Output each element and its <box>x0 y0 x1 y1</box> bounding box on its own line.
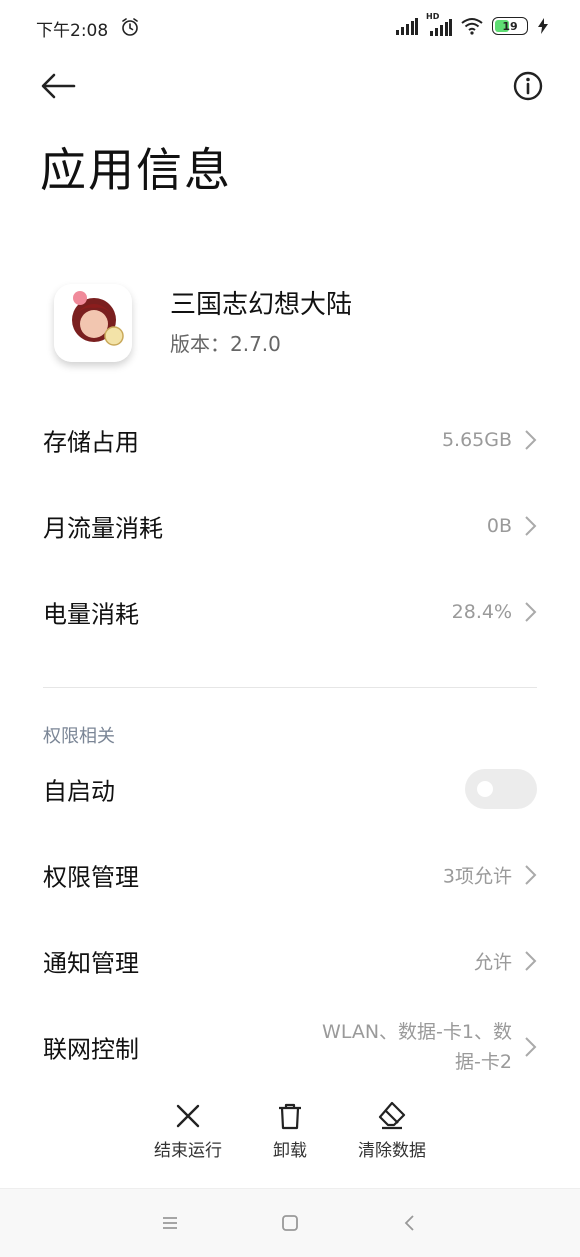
status-bar: 下午2:08 HD 19 <box>0 0 580 52</box>
app-icon <box>54 284 132 362</box>
row-label: 月流量消耗 <box>43 514 163 543</box>
chevron-right-icon <box>525 430 537 450</box>
row-value: 28.4% <box>451 601 512 623</box>
action-label: 结束运行 <box>154 1141 222 1161</box>
chevron-right-icon <box>525 951 537 971</box>
trash-icon <box>279 1103 301 1130</box>
chevron-right-icon <box>525 865 537 885</box>
row-permission-management[interactable]: 权限管理 3项允许 <box>0 845 580 905</box>
force-stop-button[interactable]: 结束运行 <box>133 1100 243 1164</box>
row-label: 存储占用 <box>43 428 139 457</box>
close-icon <box>176 1104 200 1128</box>
chevron-right-icon <box>525 516 537 536</box>
row-label: 自启动 <box>43 777 115 806</box>
page-title: 应用信息 <box>40 143 232 197</box>
row-value: 允许 <box>473 951 512 974</box>
row-autostart[interactable]: 自启动 <box>0 759 580 819</box>
row-value-line2: 据-卡2 <box>455 1051 512 1073</box>
chevron-right-icon <box>525 602 537 622</box>
row-label: 通知管理 <box>43 949 139 978</box>
action-label: 清除数据 <box>358 1141 426 1161</box>
row-value: 3项允许 <box>442 865 512 888</box>
chevron-right-icon <box>525 1037 537 1057</box>
action-label: 卸载 <box>273 1141 307 1161</box>
row-value: WLAN、数据-卡1、数 据-卡2 <box>272 1017 512 1077</box>
uninstall-button[interactable]: 卸载 <box>235 1100 345 1164</box>
toggle-knob <box>477 781 493 797</box>
autostart-toggle[interactable] <box>465 769 537 809</box>
info-icon[interactable] <box>510 68 546 104</box>
wifi-icon <box>461 18 483 35</box>
row-battery-usage[interactable]: 电量消耗 28.4% <box>0 582 580 642</box>
app-avatar-image <box>54 284 132 362</box>
nav-back-icon[interactable] <box>398 1211 422 1235</box>
row-label: 电量消耗 <box>43 600 139 629</box>
app-name: 三国志幻想大陆 <box>170 290 353 320</box>
row-value-line1: WLAN、数据-卡1、数 <box>322 1021 512 1043</box>
row-storage[interactable]: 存储占用 5.65GB <box>0 410 580 470</box>
charging-icon <box>538 18 548 34</box>
battery-level: 19 <box>502 19 518 33</box>
row-network-control[interactable]: 联网控制 WLAN、数据-卡1、数 据-卡2 <box>0 1017 580 1077</box>
section-title-permissions: 权限相关 <box>43 726 115 747</box>
app-version: 版本：2.7.0 <box>170 332 281 356</box>
row-notification-management[interactable]: 通知管理 允许 <box>0 931 580 991</box>
clear-data-button[interactable]: 清除数据 <box>337 1100 447 1164</box>
battery-icon: 19 <box>492 17 528 35</box>
alarm-icon <box>122 18 138 36</box>
signal-icon <box>396 17 418 35</box>
home-icon[interactable] <box>278 1211 302 1235</box>
status-time: 下午2:08 <box>36 21 109 41</box>
divider <box>43 687 537 688</box>
eraser-icon <box>378 1101 406 1130</box>
status-icons: HD 19 <box>396 12 550 37</box>
row-label: 权限管理 <box>43 863 139 892</box>
navigation-bar <box>0 1188 580 1257</box>
row-label: 联网控制 <box>43 1035 139 1064</box>
row-data-usage[interactable]: 月流量消耗 0B <box>0 496 580 556</box>
signal-hd-icon: HD <box>426 12 452 36</box>
menu-icon[interactable] <box>158 1211 182 1235</box>
row-value: 5.65GB <box>441 429 512 451</box>
back-arrow-icon[interactable] <box>38 68 78 104</box>
row-value: 0B <box>486 515 512 537</box>
